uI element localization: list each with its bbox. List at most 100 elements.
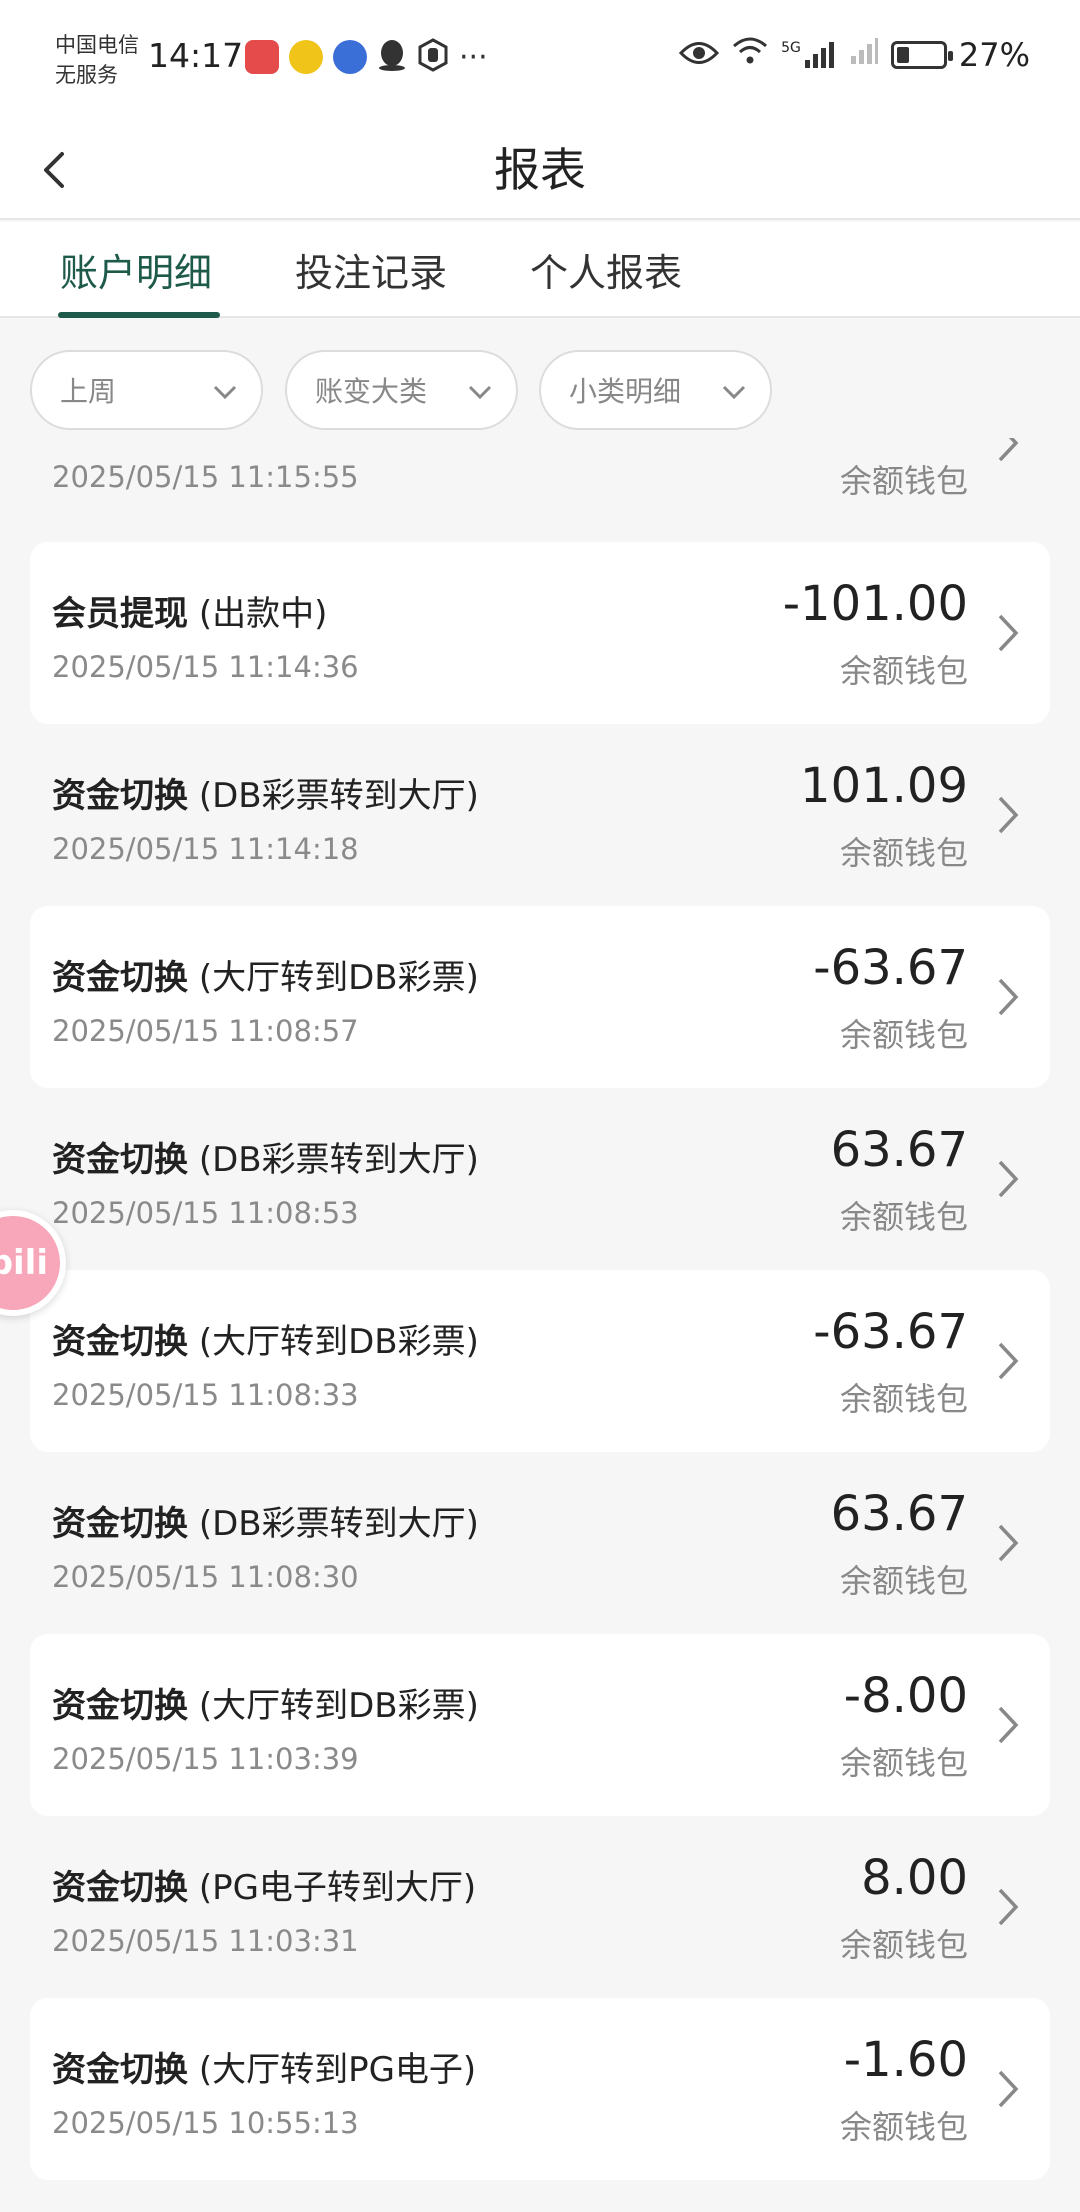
- no-sim-signal-icon: [849, 36, 879, 74]
- transaction-title: 资金切换 (大厅转到PG电子): [52, 2042, 476, 2091]
- list-item[interactable]: 资金切换 (DB彩票转到大厅) 2025/05/15 11:08:53 63.6…: [30, 1088, 1050, 1270]
- chevron-down-icon: [468, 385, 492, 400]
- transaction-amount: -101.00: [782, 576, 968, 632]
- transaction-time: 2025/05/15 10:55:13: [52, 2106, 359, 2140]
- transaction-title: 资金切换 (大厅转到DB彩票): [52, 950, 479, 999]
- tab-bar: 账户明细 投注记录 个人报表: [0, 222, 1080, 318]
- transaction-time: 2025/05/15 11:03:39: [52, 1742, 359, 1776]
- transaction-category: 会员提现: [52, 594, 188, 634]
- filter-subcategory-label: 小类明细: [569, 375, 682, 408]
- chevron-right-icon: [998, 1888, 1019, 1926]
- wallet-label: 余额钱包: [839, 652, 968, 690]
- transaction-amount: -63.67: [813, 1304, 968, 1360]
- transaction-title: 资金切换 (大厅转到DB彩票): [52, 1314, 479, 1363]
- chevron-right-icon: [998, 796, 1019, 834]
- transaction-category: 资金切换: [52, 958, 188, 998]
- transaction-title: 资金切换 (DB彩票转到大厅): [52, 1496, 479, 1545]
- bilibili-label: bili: [0, 1243, 48, 1283]
- transaction-detail: (大厅转到DB彩票): [198, 958, 479, 998]
- transaction-title: 资金切换 (DB彩票转到大厅): [52, 1132, 479, 1181]
- wallet-label: 余额钱包: [839, 834, 968, 872]
- transaction-category: 资金切换: [52, 776, 188, 816]
- qq-icon: [377, 38, 407, 76]
- hand-icon: [417, 38, 449, 76]
- wallet-label: 余额钱包: [839, 2108, 968, 2146]
- list-item[interactable]: 资金切换 (大厅转到PG电子) 2025/05/15 10:55:13 -1.6…: [30, 1998, 1050, 2180]
- baidu-app-icon: [333, 40, 367, 74]
- transaction-detail: (大厅转到PG电子): [198, 2050, 477, 2090]
- transaction-category: 资金切换: [52, 1686, 188, 1726]
- wallet-label: 余额钱包: [839, 462, 968, 500]
- chevron-right-icon: [998, 614, 1019, 652]
- tab-personal-report[interactable]: 个人报表: [530, 242, 682, 297]
- transaction-time: 2025/05/15 11:15:55: [52, 460, 359, 494]
- transaction-category: 资金切换: [52, 2050, 188, 2090]
- list-item[interactable]: 资金切换 (PG电子转到大厅) 2025/05/15 11:03:31 8.00…: [30, 1816, 1050, 1998]
- browser-app-icon: [289, 40, 323, 74]
- battery-percent: 27%: [958, 36, 1030, 74]
- list-item[interactable]: 资金切换 (大厅转到DB彩票) 2025/05/15 11:08:33 -63.…: [30, 1270, 1050, 1452]
- transaction-time: 2025/05/15 11:14:18: [52, 832, 359, 866]
- carrier-name: 中国电信: [55, 33, 139, 57]
- transaction-title: 资金切换 (大厅转到DB彩票): [52, 1678, 479, 1727]
- transaction-amount: -63.67: [813, 940, 968, 996]
- transaction-list: 2025/05/15 11:15:55 余额钱包 会员提现 (出款中) 2025…: [0, 438, 1080, 2212]
- page-title: 报表: [494, 143, 586, 197]
- transaction-amount: 63.67: [830, 1122, 968, 1178]
- transaction-category: 资金切换: [52, 1504, 188, 1544]
- list-item[interactable]: 会员提现 (出款中) 2025/05/15 11:14:36 -101.00 余…: [30, 542, 1050, 724]
- status-time: 14:17: [148, 36, 244, 75]
- list-item[interactable]: 资金切换 (大厅转到DB彩票) 2025/05/15 11:03:39 -8.0…: [30, 1634, 1050, 1816]
- wifi-icon: [731, 36, 769, 74]
- transaction-time: 2025/05/15 11:14:36: [52, 650, 359, 684]
- transaction-title: 资金切换 (DB彩票转到大厅): [52, 768, 479, 817]
- transaction-detail: (出款中): [198, 594, 328, 634]
- chevron-right-icon: [998, 1160, 1019, 1198]
- transaction-amount: 101.09: [800, 758, 968, 814]
- tab-bet-records[interactable]: 投注记录: [295, 242, 447, 297]
- transaction-time: 2025/05/15 11:08:33: [52, 1378, 359, 1412]
- navigation-bar: 报表: [0, 120, 1080, 220]
- chevron-right-icon: [998, 1706, 1019, 1744]
- filter-category-label: 账变大类: [315, 375, 428, 408]
- filter-subcategory-dropdown[interactable]: 小类明细: [539, 350, 772, 430]
- tab-account-details[interactable]: 账户明细: [60, 242, 212, 297]
- list-item[interactable]: 2025/05/15 11:15:55 余额钱包: [30, 438, 1050, 534]
- signal-icon: 5G: [781, 40, 837, 70]
- transaction-detail: (DB彩票转到大厅): [198, 1140, 479, 1180]
- wallet-label: 余额钱包: [839, 1562, 968, 1600]
- list-item[interactable]: 资金切换 (DB彩票转到大厅) 2025/05/15 11:14:18 101.…: [30, 724, 1050, 906]
- list-item[interactable]: 资金切换 (DB彩票转到大厅) 2025/05/15 11:08:30 63.6…: [30, 1452, 1050, 1634]
- carrier-info: 中国电信 无服务: [55, 30, 139, 90]
- shopping-app-icon: [245, 40, 279, 74]
- transaction-amount: 8.00: [861, 1850, 968, 1906]
- wallet-label: 余额钱包: [839, 1380, 968, 1418]
- notification-icons: ···: [245, 38, 488, 76]
- transaction-time: 2025/05/15 11:08:57: [52, 1014, 359, 1048]
- wallet-label: 余额钱包: [839, 1926, 968, 1964]
- transaction-time: 2025/05/15 11:08:53: [52, 1196, 359, 1230]
- filter-period-dropdown[interactable]: 上周: [30, 350, 263, 430]
- transaction-detail: (PG电子转到大厅): [198, 1868, 477, 1908]
- chevron-right-icon: [998, 1342, 1019, 1380]
- transaction-category: 资金切换: [52, 1140, 188, 1180]
- filter-bar: 上周 账变大类 小类明细: [0, 318, 1080, 438]
- service-status: 无服务: [55, 63, 118, 87]
- transaction-amount: -8.00: [843, 1668, 968, 1724]
- filter-category-dropdown[interactable]: 账变大类: [285, 350, 518, 430]
- network-type-label: 5G: [781, 40, 801, 56]
- chevron-down-icon: [213, 385, 237, 400]
- chevron-right-icon: [998, 2070, 1019, 2108]
- filter-period-label: 上周: [60, 375, 117, 408]
- transaction-title: 会员提现 (出款中): [52, 586, 327, 635]
- transaction-amount: 63.67: [830, 1486, 968, 1542]
- list-item[interactable]: 资金切换 (大厅转到DB彩票) 2025/05/15 11:08:57 -63.…: [30, 906, 1050, 1088]
- wallet-label: 余额钱包: [839, 1744, 968, 1782]
- transaction-time: 2025/05/15 11:08:30: [52, 1560, 359, 1594]
- transaction-detail: (DB彩票转到大厅): [198, 1504, 479, 1544]
- battery-level: [896, 47, 909, 63]
- chevron-right-icon: [998, 1524, 1019, 1562]
- transaction-time: 2025/05/15 11:03:31: [52, 1924, 359, 1958]
- transaction-category: 资金切换: [52, 1868, 188, 1908]
- transaction-detail: (大厅转到DB彩票): [198, 1686, 479, 1726]
